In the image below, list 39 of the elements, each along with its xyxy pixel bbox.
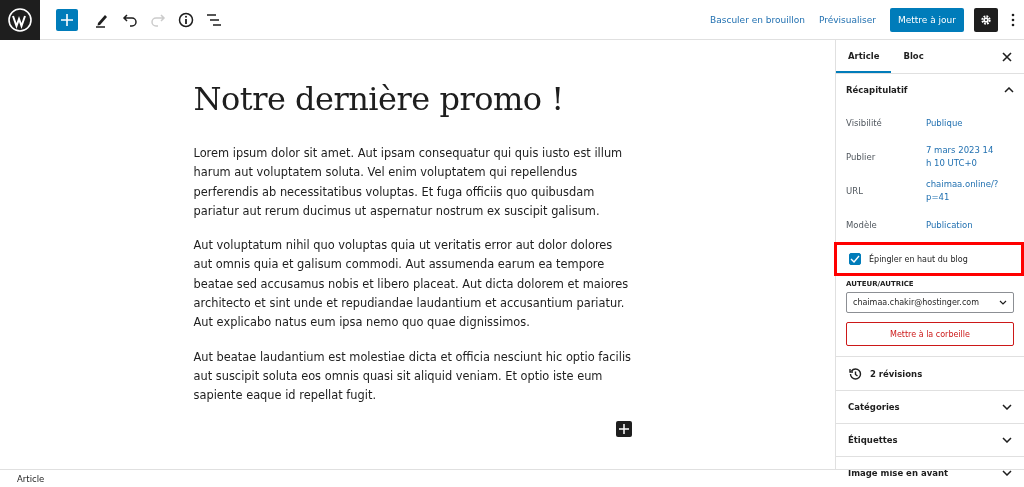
- close-icon[interactable]: [1002, 51, 1012, 62]
- paragraph[interactable]: Aut beatae laudantium est molestiae dicta et officia nesciunt hic optio facilis aut suscipit soluta eos omnis quasi sit aliquid veniam. Et optio iste eum sapiente eaque id repellat fugit.: [193, 347, 632, 406]
- revisions-link[interactable]: 2 révisions: [870, 368, 923, 379]
- field-label: Publier: [846, 152, 877, 162]
- panel-title[interactable]: Image mise en avant: [848, 468, 949, 478]
- update-button[interactable]: Mettre à jour: [889, 7, 964, 32]
- chevron-icon[interactable]: [1002, 404, 1012, 410]
- header-link[interactable]: Basculer en brouillon: [710, 14, 805, 25]
- breadcrumb[interactable]: Article: [17, 473, 45, 484]
- paragraph[interactable]: Lorem ipsum dolor sit amet. Aut ipsam consequatur qui quis iusto est illum harum aut voluptatem soluta. Vel enim voluptatem qui repellendus perferendis ab necessitatibus voluptas. Et fuga officiis quo quibusdam pariatur aut rerum ducimus ut aspernatur nostrum ex suscipit galisum.: [193, 144, 632, 222]
- post-title[interactable]: Notre dernière promo !: [193, 80, 632, 118]
- panel-title[interactable]: Récapitulatif: [846, 85, 908, 95]
- paragraph[interactable]: Aut voluptatum nihil quo voluptas quia ut veritatis error aut dolor dolores aut omnis quia et galisum commodi. Aut assumenda earum ea tempore beatae sed accusamus nobis et libero placeat. Aut dicta dolorem et maiores architecto et sint unde et repudiandae laudantium et accusantium pariatur. Aut explicabo natus eum ipsa nemo quo quae dignissimos.: [193, 236, 632, 333]
- author-select[interactable]: chaimaa.chakir@hostinger.com: [846, 292, 1014, 313]
- checkbox-label[interactable]: Épingler en haut du blog: [869, 254, 968, 264]
- checkbox[interactable]: [849, 253, 861, 265]
- field-value-link[interactable]: Publique: [926, 116, 1014, 130]
- field-value-link[interactable]: 7 mars 2023 14 h 10 UTC+0: [926, 144, 1014, 170]
- field-value-link[interactable]: chaimaa.online/?p=41: [926, 178, 1014, 204]
- chevron-icon[interactable]: [1002, 470, 1012, 476]
- wordpress-logo-icon[interactable]: [0, 0, 40, 40]
- header-link[interactable]: Prévisualiser: [818, 14, 876, 25]
- chevron-icon[interactable]: [1002, 437, 1012, 443]
- chevron-icon[interactable]: [1004, 87, 1014, 93]
- field-label: Visibilité: [846, 118, 883, 128]
- settings-button[interactable]: [974, 7, 998, 32]
- panel-title[interactable]: Étiquettes: [848, 435, 898, 445]
- sidebar-tab[interactable]: Bloc: [891, 40, 936, 73]
- trash-button[interactable]: Mettre à la corbeille: [846, 322, 1014, 346]
- field-label: URL: [846, 186, 864, 196]
- panel-title[interactable]: Catégories: [848, 402, 900, 412]
- plus-icon: [60, 12, 74, 27]
- field-label: Modèle: [846, 220, 878, 230]
- plus-icon: [618, 423, 629, 434]
- add-block-button[interactable]: [615, 420, 632, 437]
- chevron-icon: [999, 300, 1007, 305]
- history-icon[interactable]: [848, 366, 862, 381]
- sidebar-tab[interactable]: Article: [836, 40, 892, 73]
- field-value-link[interactable]: Publication: [926, 218, 1014, 232]
